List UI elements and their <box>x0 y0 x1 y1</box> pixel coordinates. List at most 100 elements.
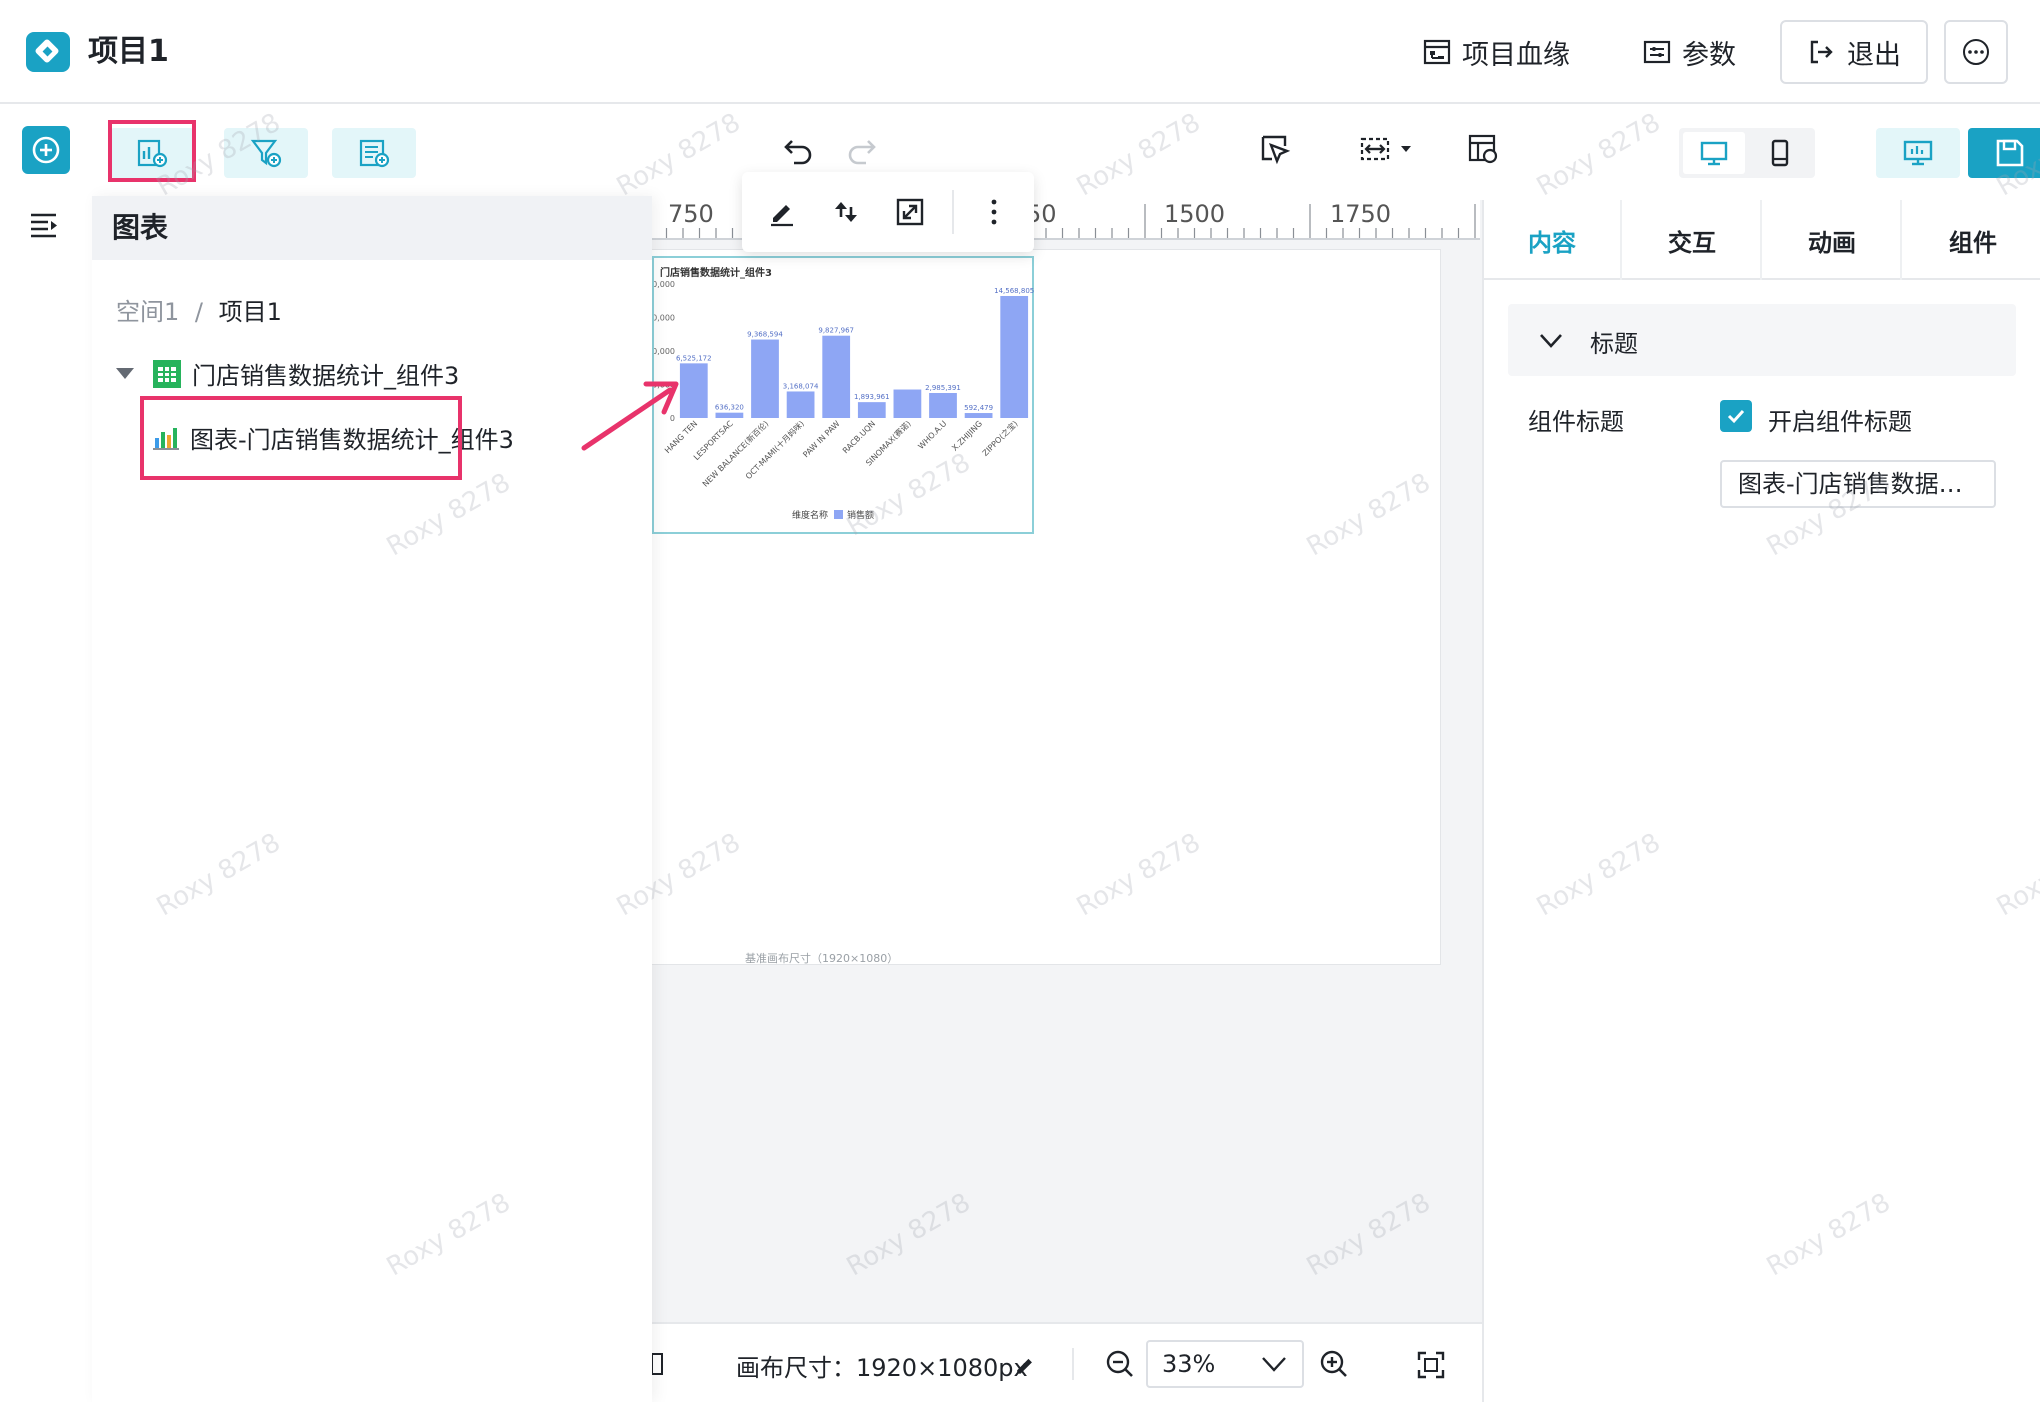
params-button[interactable]: 参数 <box>1642 30 1736 74</box>
x-tick-label: X.ZHIJING <box>950 419 984 453</box>
mobile-view-button[interactable] <box>1749 132 1811 174</box>
layout-settings-button[interactable] <box>1466 132 1500 166</box>
redo-button[interactable] <box>844 132 878 166</box>
bar-chart: 0,0000,0000,0000,00006,525,172HANG TEN63… <box>654 280 1034 521</box>
params-label: 参数 <box>1682 39 1736 71</box>
fullscreen-widget-button[interactable] <box>890 192 930 232</box>
save-icon <box>1996 139 2024 167</box>
panel-title: 图表 <box>112 211 169 244</box>
chart-bar <box>822 335 851 418</box>
bar-data-label: 9,827,967 <box>818 327 854 335</box>
enable-title-checkbox[interactable] <box>1720 400 1752 432</box>
add-filter-button[interactable] <box>224 128 308 178</box>
enable-title-label: 开启组件标题 <box>1768 408 1912 436</box>
exit-label: 退出 <box>1847 39 1901 71</box>
more-horizontal-icon <box>1963 39 1989 65</box>
legend-dimension-label: 维度名称 <box>792 509 828 521</box>
params-icon <box>1643 40 1671 64</box>
ruler-label: 750 <box>668 200 714 228</box>
chart-bar <box>786 391 815 418</box>
add-chart-highlight <box>108 120 196 182</box>
component-title-label: 组件标题 <box>1528 408 1624 436</box>
toolbar-divider <box>952 190 954 234</box>
legend-series-label: 销售额 <box>847 509 874 521</box>
y-tick-label: 0,000 <box>654 280 675 289</box>
dataset-name: 门店销售数据统计_组件3 <box>192 362 460 390</box>
exit-button[interactable]: 退出 <box>1780 20 1928 84</box>
bar-data-label: 1,893,961 <box>854 393 890 401</box>
preview-monitor-icon <box>1903 140 1933 166</box>
bar-data-label: 6,525,172 <box>676 354 712 362</box>
fit-screen-icon[interactable] <box>1416 1350 1446 1380</box>
widget-more-button[interactable] <box>974 192 1014 232</box>
zoom-select[interactable]: 33% <box>1146 1340 1304 1388</box>
mobile-icon <box>1771 139 1789 167</box>
desktop-view-button[interactable] <box>1683 132 1745 174</box>
layer-list-button[interactable] <box>28 210 62 244</box>
status-divider <box>1072 1348 1074 1380</box>
chart-bar <box>893 389 922 418</box>
more-options-button[interactable] <box>1944 20 2008 84</box>
edit-canvas-size-icon[interactable] <box>1012 1352 1038 1378</box>
layout-settings-icon <box>1468 134 1498 164</box>
cursor-select-icon <box>1261 135 1291 165</box>
project-lineage-label: 项目血缘 <box>1462 39 1570 71</box>
x-tick-label: NEW BALANCE(新百伦) <box>700 418 770 488</box>
chevron-down-icon <box>1401 146 1411 152</box>
undo-button[interactable] <box>782 132 816 166</box>
tab-animation[interactable]: 动画 <box>1764 200 1902 280</box>
chart-widget[interactable]: 门店销售数据统计_组件3 0,000 0,000 0,000 0,000 0 6,525,… <box>652 256 1034 534</box>
tree-dataset-row[interactable]: 门店销售数据统计_组件3 <box>116 356 459 391</box>
align-dropdown-button[interactable] <box>1352 132 1412 166</box>
x-tick-label: OCT-MAMI(十月妈咪) <box>743 418 806 481</box>
ruler-label: 1750 <box>1330 200 1392 228</box>
caret-down-icon[interactable] <box>116 368 134 379</box>
more-vertical-icon <box>991 199 997 225</box>
properties-tabs: 内容 交互 动画 组件 <box>1484 200 2040 280</box>
zoom-value: 33% <box>1162 1350 1216 1378</box>
breadcrumb-space[interactable]: 空间1 <box>116 298 179 326</box>
section-title: 标题 <box>1590 330 1638 358</box>
y-tick-label: 0,000 <box>654 347 675 356</box>
edit-widget-button[interactable] <box>762 192 802 232</box>
swap-data-button[interactable] <box>826 192 866 232</box>
editor-toolbar <box>92 104 2040 200</box>
bar-data-label: 636,320 <box>715 404 744 412</box>
add-component-button[interactable] <box>22 126 70 174</box>
tab-content[interactable]: 内容 <box>1484 200 1622 280</box>
plus-circle-icon <box>32 136 60 164</box>
title-section-header[interactable]: 标题 <box>1508 304 2016 376</box>
tab-component[interactable]: 组件 <box>1904 200 2040 280</box>
component-title-input[interactable]: 图表-门店销售数据… <box>1720 460 1996 508</box>
chevron-down-icon <box>1262 1357 1286 1372</box>
canvas-size-label: 画布尺寸：1920×1080px <box>736 1354 1028 1382</box>
add-text-button[interactable] <box>332 128 416 178</box>
align-distribute-icon <box>1360 137 1390 161</box>
bar-data-label: 3,168,074 <box>783 382 819 390</box>
canvas-status-bar: 画布尺寸：1920×1080px 33% <box>640 1322 1482 1402</box>
chart-bar <box>1000 295 1029 418</box>
breadcrumb: 空间1 / 项目1 <box>116 292 282 327</box>
layer-list-icon <box>31 213 57 238</box>
zoom-out-icon[interactable] <box>1104 1348 1136 1380</box>
zoom-in-icon[interactable] <box>1318 1348 1350 1380</box>
chart-item-highlight <box>140 396 462 480</box>
undo-icon <box>784 140 812 165</box>
bar-data-label: 9,368,594 <box>747 331 783 339</box>
panel-header: 图表 <box>92 196 652 260</box>
swap-arrows-icon <box>835 202 857 222</box>
x-tick-label: WHO.A.U <box>916 419 948 451</box>
x-tick-label: ZIPPO(之宝) <box>980 418 1020 458</box>
chevron-down-icon <box>1540 334 1562 348</box>
save-button[interactable] <box>1968 128 2040 178</box>
preview-button[interactable] <box>1876 128 1960 178</box>
redo-icon <box>848 140 876 165</box>
project-lineage-button[interactable]: 项目血缘 <box>1422 30 1570 74</box>
y-tick-label: 0,000 <box>654 314 675 323</box>
app-header: 项目1 项目血缘 参数 退出 <box>0 0 2040 104</box>
select-tool-button[interactable] <box>1258 132 1292 166</box>
ruler-label: 1500 <box>1164 200 1226 228</box>
legend-swatch <box>834 510 843 519</box>
tab-interaction[interactable]: 交互 <box>1624 200 1762 280</box>
bar-data-label: 14,568,805 <box>994 287 1034 295</box>
